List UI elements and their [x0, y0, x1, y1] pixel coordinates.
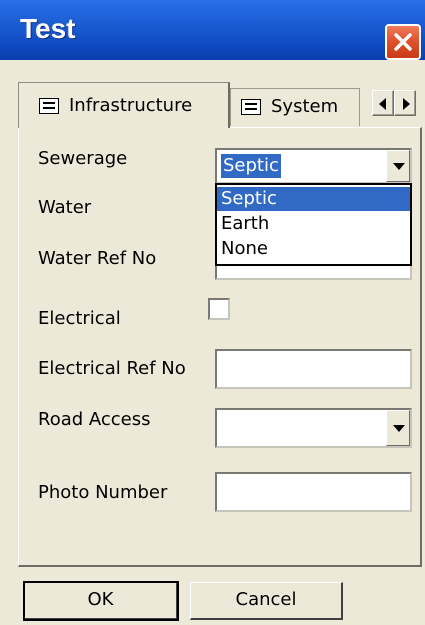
electrical-label: Electrical [38, 308, 121, 329]
road-access-label: Road Access [38, 409, 151, 430]
close-button[interactable] [385, 24, 421, 60]
sewerage-combo[interactable]: Septic [215, 148, 412, 184]
tab-scroll-left-button[interactable] [372, 90, 394, 116]
water-label: Water [38, 197, 92, 218]
dropdown-option-none[interactable]: None [217, 237, 410, 261]
title-bar[interactable]: Test [0, 0, 425, 60]
cancel-button[interactable]: Cancel [190, 582, 343, 620]
window-title: Test [20, 13, 76, 44]
dropdown-option-septic[interactable]: Septic [217, 187, 410, 211]
electrical-ref-no-label: Electrical Ref No [38, 358, 186, 379]
tab-scroll-right-button[interactable] [394, 90, 416, 116]
road-access-dropdown-button[interactable] [386, 410, 410, 446]
photo-number-label: Photo Number [38, 482, 168, 503]
tab-label: System [271, 96, 339, 117]
dialog-window: Test Infrastructure System Sewerage Sept… [0, 0, 425, 625]
chevron-down-icon [393, 425, 405, 432]
form-icon [39, 98, 59, 114]
chevron-down-icon [393, 163, 405, 170]
tab-infrastructure[interactable]: Infrastructure [18, 82, 230, 128]
sewerage-selected-value: Septic [221, 154, 281, 178]
sewerage-dropdown-list[interactable]: Septic Earth None [215, 183, 412, 266]
water-ref-no-label: Water Ref No [38, 248, 157, 269]
sewerage-label: Sewerage [38, 148, 128, 169]
form-icon [241, 99, 261, 115]
electrical-checkbox[interactable] [208, 298, 230, 320]
photo-number-input[interactable] [215, 472, 412, 512]
arrow-left-icon [379, 98, 386, 110]
ok-button[interactable]: OK [23, 581, 179, 621]
tab-system[interactable]: System [230, 88, 360, 126]
dropdown-option-earth[interactable]: Earth [217, 212, 410, 236]
electrical-ref-no-input[interactable] [215, 349, 412, 389]
arrow-right-icon [403, 98, 410, 110]
sewerage-dropdown-button[interactable] [386, 150, 410, 182]
close-icon [394, 33, 412, 51]
tab-label: Infrastructure [69, 95, 193, 116]
road-access-combo[interactable] [215, 408, 412, 448]
